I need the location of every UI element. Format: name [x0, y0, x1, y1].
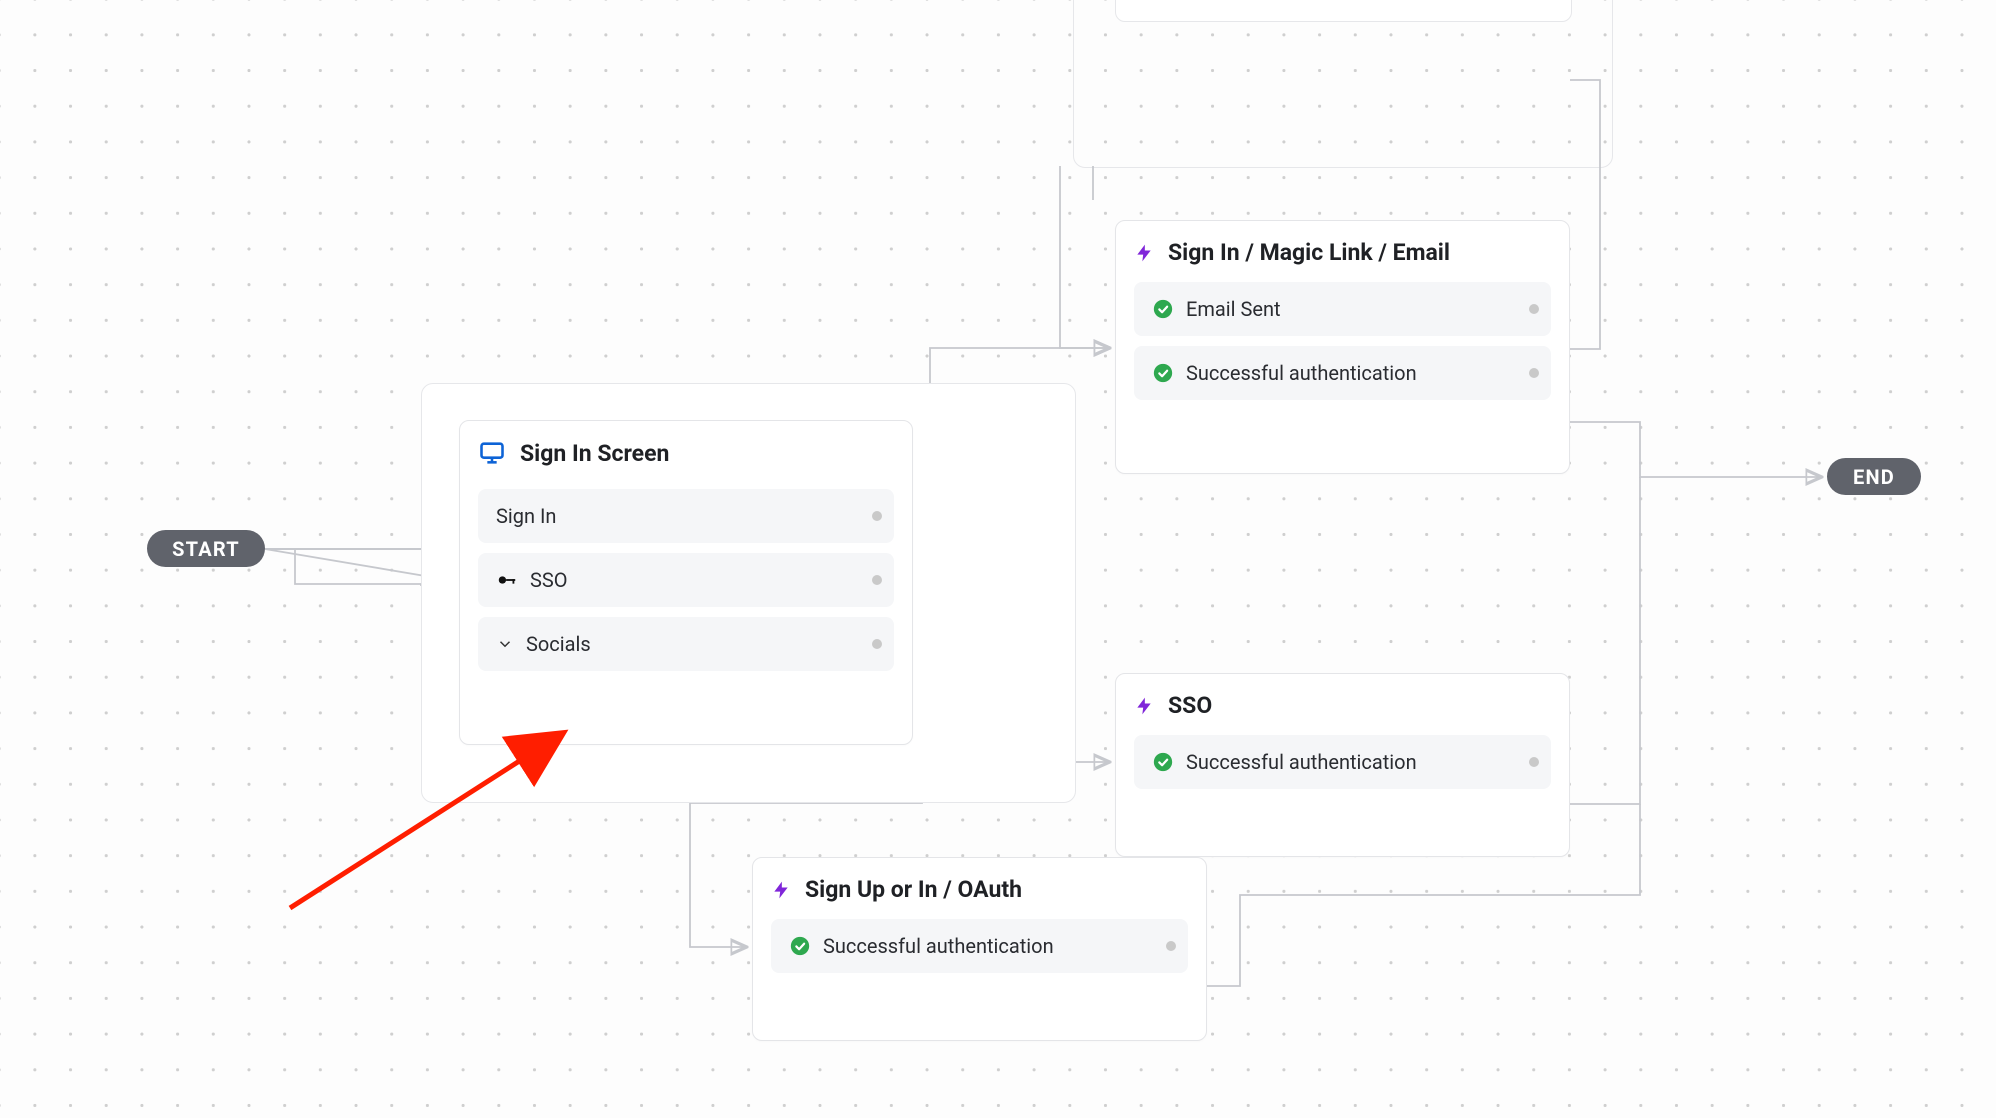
- ghost-outer-box: [1073, 0, 1613, 168]
- node-oauth[interactable]: Sign Up or In / OAuth Successful authent…: [752, 857, 1207, 1041]
- bolt-icon: [771, 877, 791, 903]
- row-label: Successful authentication: [823, 934, 1054, 958]
- node-title: Sign Up or In / OAuth: [805, 876, 1022, 903]
- row-success-auth[interactable]: Successful authentication: [771, 919, 1188, 973]
- node-header: SSO: [1134, 692, 1551, 719]
- monitor-icon: [478, 439, 506, 467]
- check-circle-icon: [1152, 362, 1174, 384]
- bolt-icon: [1134, 240, 1154, 266]
- node-magic-link[interactable]: Sign In / Magic Link / Email Email Sent …: [1115, 220, 1570, 474]
- node-header: Sign Up or In / OAuth: [771, 876, 1188, 903]
- node-header: Sign In Screen: [478, 439, 894, 467]
- output-port[interactable]: [1529, 368, 1539, 378]
- check-circle-icon: [1152, 751, 1174, 773]
- node-signin-screen[interactable]: Sign In Screen Sign In SSO Socials: [459, 420, 913, 745]
- check-circle-icon: [1152, 298, 1174, 320]
- ghost-inner-box: [1115, 0, 1572, 22]
- start-label: START: [172, 537, 240, 561]
- output-port[interactable]: [872, 511, 882, 521]
- output-port[interactable]: [872, 575, 882, 585]
- node-header: Sign In / Magic Link / Email: [1134, 239, 1551, 266]
- row-label: Socials: [526, 632, 591, 656]
- row-label: Sign In: [496, 504, 556, 528]
- row-success-auth[interactable]: Successful authentication: [1134, 735, 1551, 789]
- end-label: END: [1853, 465, 1895, 489]
- row-email-sent[interactable]: Email Sent: [1134, 282, 1551, 336]
- bolt-icon: [1134, 693, 1154, 719]
- row-signin[interactable]: Sign In: [478, 489, 894, 543]
- output-port[interactable]: [872, 639, 882, 649]
- start-pill[interactable]: START: [147, 530, 265, 567]
- check-circle-icon: [789, 935, 811, 957]
- row-label: Successful authentication: [1186, 750, 1417, 774]
- output-port[interactable]: [1529, 757, 1539, 767]
- chevron-down-icon: [496, 635, 514, 653]
- node-title: Sign In Screen: [520, 440, 669, 467]
- node-title: Sign In / Magic Link / Email: [1168, 239, 1450, 266]
- output-port[interactable]: [1529, 304, 1539, 314]
- node-sso[interactable]: SSO Successful authentication: [1115, 673, 1570, 857]
- row-label: Email Sent: [1186, 297, 1281, 321]
- row-label: Successful authentication: [1186, 361, 1417, 385]
- flow-canvas[interactable]: START END Sign In Screen Sign In SSO: [0, 0, 1996, 1118]
- key-icon: [496, 569, 518, 591]
- node-title: SSO: [1168, 692, 1212, 719]
- output-port[interactable]: [1166, 941, 1176, 951]
- row-sso[interactable]: SSO: [478, 553, 894, 607]
- row-label: SSO: [530, 568, 568, 592]
- row-socials[interactable]: Socials: [478, 617, 894, 671]
- row-success-auth[interactable]: Successful authentication: [1134, 346, 1551, 400]
- end-pill[interactable]: END: [1827, 458, 1921, 495]
